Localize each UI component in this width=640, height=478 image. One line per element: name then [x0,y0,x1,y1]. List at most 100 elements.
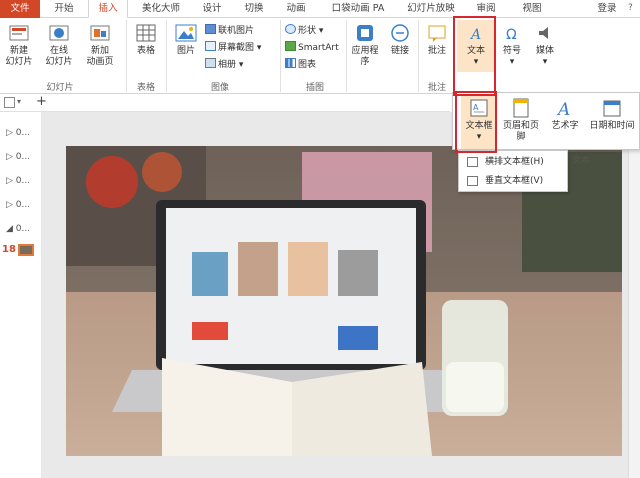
comment-label: 批注 [427,46,446,56]
slide-thumbnail-label: 0... [15,176,31,186]
wordart-label: 艺术字 [551,121,579,131]
comment-icon [428,25,446,42]
group-separator [346,20,347,92]
smartart-button[interactable]: SmartArt [285,41,339,55]
datetime-button[interactable]: 日期和时间 [587,95,637,132]
online-picture-button[interactable]: 联机图片 [205,24,254,38]
quick-toolbar: ▾ + [0,94,450,112]
add-icon[interactable]: + [36,94,47,109]
table-button[interactable]: 表格 [130,20,162,57]
horizontal-textbox-item[interactable]: 横排文本框(H) [459,153,567,171]
group-separator [166,20,167,92]
media-button[interactable]: 媒体 ▾ [530,20,560,68]
text-group-label: 文本 [572,156,591,166]
picture-button[interactable]: 图片 [170,20,202,57]
tab-beautify[interactable]: 美化大师 [134,0,188,18]
table-label: 表格 [136,46,155,56]
screenshot-icon [205,41,216,51]
online-slide-button[interactable]: 在线 幻灯片 [40,20,78,68]
apps-button[interactable]: 应用程 序 [348,20,382,68]
smartart-icon [285,41,296,51]
slide-thumbnail-label: 0... [15,224,31,234]
login-link[interactable]: 登录 [590,0,624,18]
new-anim-page-label: 新加 动画页 [86,46,114,67]
new-slide-icon [9,25,29,41]
slide-thumbnail[interactable]: ▷ 0... [6,176,30,186]
media-label: 媒体 [535,46,554,56]
screenshot-label: 屏幕截图 [218,43,255,53]
tab-design[interactable]: 设计 [196,0,228,18]
chevron-down-icon[interactable]: ▾ [17,97,21,106]
header-footer-button[interactable]: 页眉和页脚 [499,95,543,143]
ribbon-insert: 新建 幻灯片 在线 幻灯片 新加 动画页 幻灯片 表格 表格 图片 联机图片 屏… [0,18,640,94]
shapes-button[interactable]: 形状 ▾ [285,24,323,38]
new-slide-button[interactable]: 新建 幻灯片 [2,20,36,68]
slide-thumbnail[interactable]: ◢ 0... [6,224,30,234]
smartart-label: SmartArt [298,43,339,53]
online-picture-icon [205,24,216,34]
wordart-button[interactable]: A 艺术字 [547,95,583,132]
tab-home[interactable]: 开始 [46,0,82,18]
link-icon [391,24,409,42]
slide-thumbnail[interactable]: ▷ 0... [6,152,30,162]
tab-pocket-animation[interactable]: 口袋动画 PA [322,0,394,18]
online-slide-label: 在线 幻灯片 [45,46,73,67]
slide-thumbnail-label: 0... [15,200,31,210]
vertical-textbox-icon [467,176,478,186]
vertical-textbox-item[interactable]: 垂直文本框(V) [459,172,567,190]
calendar-icon [603,100,621,117]
chart-label: 图表 [298,60,317,70]
tab-file[interactable]: 文件 [0,0,40,18]
current-slide-thumbnail[interactable] [18,244,34,256]
slide-thumbnail-label: 0... [15,152,31,162]
tab-transitions[interactable]: 切换 [238,0,270,18]
chevron-down-icon: ▾ [509,57,515,67]
shapes-label: 形状 [298,26,317,36]
apps-icon [357,25,373,41]
header-footer-icon [513,98,529,118]
apps-label: 应用程 序 [351,46,379,67]
group-illustrations-label: 插图 [305,83,324,93]
group-tables-label: 表格 [136,83,155,93]
group-separator [126,20,127,92]
album-label: 相册 [218,60,237,70]
wordart-icon: A [556,100,570,119]
slide-thumbnail-pane: ▷ 0... ▷ 0... ▷ 0... ▷ 0... ◢ 0... 18 [0,112,42,478]
speaker-icon [539,27,548,39]
chart-icon [285,58,296,68]
online-picture-label: 联机图片 [218,26,255,36]
screenshot-button[interactable]: 屏幕截图 ▾ [205,41,261,55]
slide-thumbnail[interactable]: ▷ 0... [6,200,30,210]
group-images-label: 图像 [210,83,229,93]
group-separator [280,20,281,92]
link-label: 链接 [390,46,409,56]
comment-button[interactable]: 批注 [422,20,452,57]
anim-page-icon [90,25,110,41]
ribbon-tab-bar: 文件 开始 插入 美化大师 设计 切换 动画 口袋动画 PA 幻灯片放映 审阅 … [0,0,640,19]
slide-thumbnail[interactable]: ▷ 0... [6,128,30,138]
album-button[interactable]: 相册 ▾ [205,58,243,72]
highlight-textbox-button [455,91,497,153]
vertical-scrollbar[interactable] [628,94,640,478]
textbox-dropdown-menu: 横排文本框(H) 垂直文本框(V) [458,150,568,192]
chart-button[interactable]: 图表 [285,58,316,72]
horizontal-textbox-icon [467,157,478,167]
table-icon [136,24,156,42]
tab-animations[interactable]: 动画 [280,0,312,18]
help-icon[interactable]: ? [628,3,638,15]
tab-insert[interactable]: 插入 [88,0,128,19]
picture-label: 图片 [176,46,195,56]
shapes-icon [285,24,296,34]
highlight-text-button [453,16,496,96]
link-button[interactable]: 链接 [386,20,414,57]
new-anim-page-button[interactable]: 新加 动画页 [80,20,120,68]
group-separator [418,20,419,92]
online-slide-icon [49,25,69,41]
slide-thumbnail-label: 0... [15,128,31,138]
tab-view[interactable]: 视图 [512,0,552,18]
new-slide-label: 新建 幻灯片 [5,46,33,67]
vertical-textbox-label: 垂直文本框(V) [485,176,544,186]
current-slide-number: 18 [2,244,16,255]
symbol-button[interactable]: Ω 符号 ▾ [498,20,526,68]
layout-icon[interactable] [4,97,15,108]
